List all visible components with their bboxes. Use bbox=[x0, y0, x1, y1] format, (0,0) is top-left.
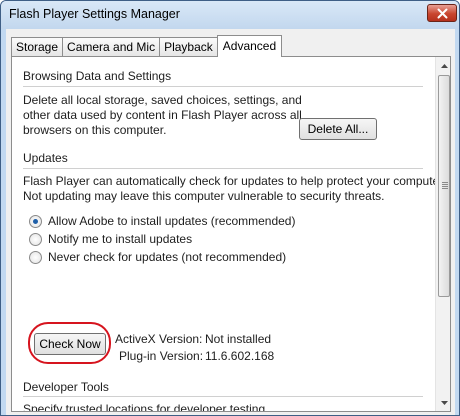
browsing-section-title: Browsing Data and Settings bbox=[23, 69, 172, 83]
window-title: Flash Player Settings Manager bbox=[9, 7, 180, 21]
scroll-down-icon bbox=[440, 400, 448, 405]
close-icon bbox=[437, 8, 447, 18]
plugin-version-value: 11.6.602.168 bbox=[205, 349, 275, 363]
scroll-down-button[interactable] bbox=[436, 394, 450, 411]
developer-description: Specify trusted locations for developer … bbox=[23, 402, 269, 412]
section-divider bbox=[23, 396, 423, 397]
radio-allow-adobe[interactable]: Allow Adobe to install updates (recommen… bbox=[29, 214, 295, 228]
advanced-panel: Browsing Data and Settings Delete all lo… bbox=[11, 56, 451, 412]
settings-window: Flash Player Settings Manager Storage Ca… bbox=[0, 0, 460, 416]
vertical-scrollbar[interactable] bbox=[435, 57, 450, 411]
radio-button[interactable] bbox=[29, 232, 42, 246]
dialog-body: Storage Camera and Mic Playback Advanced… bbox=[6, 29, 455, 415]
tab-storage[interactable]: Storage bbox=[11, 37, 64, 57]
section-divider bbox=[23, 86, 423, 87]
plugin-version-label: Plug-in Version: bbox=[119, 349, 204, 363]
tab-playback[interactable]: Playback bbox=[159, 37, 218, 57]
radio-never-check[interactable]: Never check for updates (not recommended… bbox=[29, 250, 286, 264]
delete-all-button[interactable]: Delete All... bbox=[299, 118, 377, 140]
scroll-up-button[interactable] bbox=[436, 57, 450, 74]
check-now-button[interactable]: Check Now bbox=[34, 333, 106, 355]
tab-camera-and-mic[interactable]: Camera and Mic bbox=[62, 37, 161, 57]
close-button[interactable] bbox=[427, 4, 457, 22]
radio-button[interactable] bbox=[29, 250, 42, 264]
title-bar[interactable]: Flash Player Settings Manager bbox=[1, 1, 459, 29]
browsing-description: Delete all local storage, saved choices,… bbox=[23, 93, 302, 137]
tab-advanced[interactable]: Advanced bbox=[216, 35, 283, 57]
activex-version-label: ActiveX Version: bbox=[115, 332, 203, 346]
scroll-up-icon bbox=[440, 63, 448, 68]
developer-section-title: Developer Tools bbox=[23, 380, 109, 394]
radio-button-selected[interactable] bbox=[29, 214, 42, 228]
tab-strip: Storage Camera and Mic Playback Advanced bbox=[11, 35, 283, 57]
updates-description: Flash Player can automatically check for… bbox=[23, 174, 446, 203]
radio-notify-me[interactable]: Notify me to install updates bbox=[29, 232, 192, 246]
scrollbar-thumb[interactable] bbox=[438, 75, 450, 297]
updates-section-title: Updates bbox=[23, 151, 68, 165]
section-divider bbox=[23, 168, 423, 169]
activex-version-value: Not installed bbox=[205, 332, 272, 346]
